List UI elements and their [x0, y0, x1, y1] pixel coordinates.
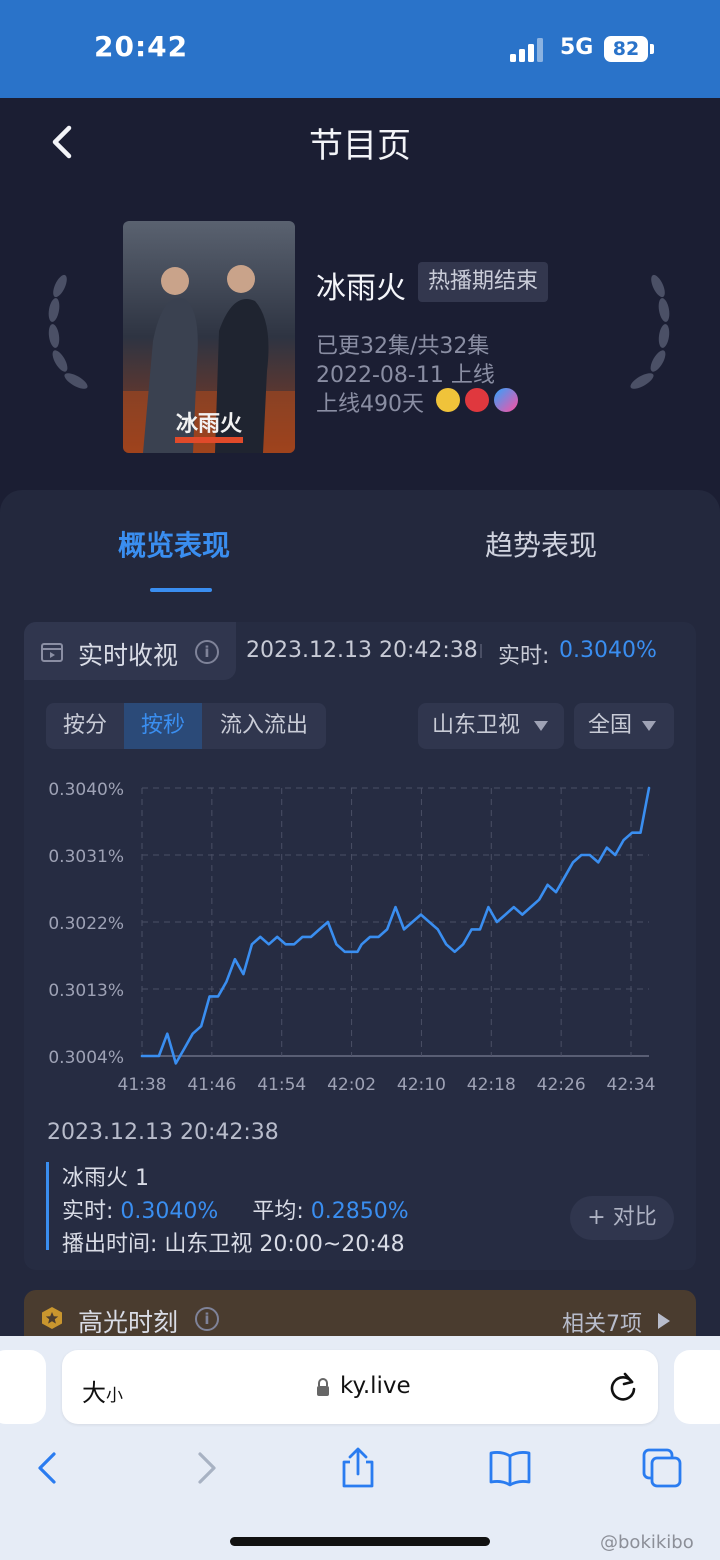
channel-dropdown-label: 山东卫视 [432, 713, 521, 738]
related-count[interactable]: 相关7项 [562, 1306, 642, 1338]
cellular-signal-icon [510, 38, 543, 62]
forward-icon[interactable] [184, 1446, 228, 1490]
airtime-value: 山东卫视 20:00~20:48 [164, 1232, 405, 1257]
battery-tip [650, 44, 654, 54]
compare-button[interactable]: + 对比 [570, 1196, 674, 1240]
y-tick-label: 0.3004% [48, 1048, 124, 1068]
selection-realtime-label: 实时: [62, 1199, 114, 1224]
x-tick-label: 42:18 [467, 1075, 516, 1095]
poster-title: 冰雨火 [176, 412, 242, 437]
divider [480, 644, 482, 658]
status-bar: 20:42 5G 82 [0, 0, 720, 98]
info-icon[interactable]: i [195, 640, 219, 664]
text-size-small: 小 [106, 1386, 123, 1406]
chevron-down-icon [534, 721, 548, 731]
tabs-icon[interactable] [640, 1446, 684, 1490]
lock-icon [317, 1378, 329, 1396]
y-tick-label: 0.3022% [48, 914, 124, 934]
inflow-outflow-button[interactable]: 流入流出 [202, 703, 326, 749]
ratings-chart[interactable]: 0.3040% 0.3031% 0.3022% 0.3013% 0.3004% 41:38… [24, 770, 696, 1100]
realtime-rating-label: 实时: [498, 644, 550, 669]
tencent-video-icon [494, 388, 518, 412]
tv-icon [41, 643, 63, 662]
watermark: @bokikibo [600, 1532, 694, 1553]
region-dropdown[interactable]: 全国 [574, 703, 674, 749]
realtime-rating-value: 0.3040% [559, 638, 657, 663]
y-tick-label: 0.3013% [48, 981, 124, 1001]
selection-realtime-value: 0.3040% [120, 1199, 219, 1224]
y-tick-label: 0.3031% [48, 847, 124, 867]
home-indicator [230, 1537, 490, 1546]
laurel-left-icon [48, 274, 88, 389]
prev-tab-preview[interactable] [0, 1350, 46, 1424]
airtime-row: 播出时间: 山东卫视 20:00~20:48 [62, 1226, 405, 1258]
y-tick-label: 0.3040% [48, 780, 124, 800]
youku-icon [436, 388, 460, 412]
realtime-label: 实时收视 [78, 641, 179, 670]
text-size-big: 大 [82, 1379, 106, 1407]
info-icon[interactable]: i [195, 1307, 219, 1331]
days-online: 上线490天 [316, 392, 424, 417]
selection-avg-value: 0.2850% [310, 1199, 409, 1224]
status-badge: 热播期结束 [418, 262, 549, 302]
channel-dropdown[interactable]: 山东卫视 [418, 703, 564, 749]
x-tick-label: 41:46 [187, 1075, 236, 1095]
play-arrow-icon [658, 1313, 670, 1329]
active-tab-indicator [150, 588, 212, 592]
series-name: 冰雨火 1 [62, 1166, 149, 1191]
show-title: 冰雨火 [316, 271, 406, 306]
episode-count: 已更32集/共32集 [316, 334, 490, 359]
bookmarks-icon[interactable] [488, 1446, 532, 1490]
status-time: 20:42 [94, 30, 189, 63]
premiere-date: 2022-08-11 上线 [316, 363, 495, 388]
platform-icons [436, 388, 518, 412]
airtime-label: 播出时间: [62, 1232, 158, 1257]
share-icon[interactable] [336, 1446, 380, 1490]
x-tick-label: 41:38 [118, 1075, 167, 1095]
selection-stats: 实时: 0.3040% 平均: 0.2850% [62, 1193, 409, 1225]
chevron-down-icon [642, 721, 656, 731]
highlight-badge-icon [42, 1307, 62, 1329]
x-tick-label: 42:26 [537, 1075, 586, 1095]
show-poster[interactable]: 冰雨火 [123, 221, 295, 453]
series-line [140, 786, 651, 1065]
next-tab-preview[interactable] [674, 1350, 720, 1424]
x-tick-label: 41:54 [257, 1075, 306, 1095]
page-title: 节目页 [309, 126, 411, 166]
realtime-timestamp: 2023.12.13 20:42:38 [246, 638, 478, 663]
reload-icon[interactable] [606, 1370, 640, 1404]
highlights-label: 高光时刻 [78, 1308, 179, 1337]
url-text[interactable]: ky.live [340, 1373, 411, 1399]
laurel-right-icon [630, 274, 670, 389]
cctv8-icon [465, 388, 489, 412]
by-minute-button[interactable]: 按分 [46, 703, 124, 749]
text-size-button[interactable]: 大小 [82, 1373, 123, 1408]
by-second-button[interactable]: 按秒 [124, 703, 202, 749]
x-tick-label: 42:34 [607, 1075, 656, 1095]
granularity-toggle: 按分 按秒 流入流出 [46, 703, 326, 749]
tab-overview[interactable]: 概览表现 [118, 524, 230, 564]
network-type: 5G [560, 35, 594, 60]
legend-bar [46, 1162, 49, 1250]
selection-avg-label: 平均: [252, 1199, 304, 1224]
tab-trend[interactable]: 趋势表现 [485, 524, 597, 564]
x-tick-label: 42:02 [327, 1075, 376, 1095]
selected-timestamp: 2023.12.13 20:42:38 [47, 1120, 279, 1145]
region-dropdown-label: 全国 [588, 713, 633, 738]
page-header: 节目页 [0, 98, 720, 188]
x-tick-label: 42:10 [397, 1075, 446, 1095]
battery-icon: 82 [604, 36, 648, 62]
back-icon[interactable] [26, 1446, 70, 1490]
